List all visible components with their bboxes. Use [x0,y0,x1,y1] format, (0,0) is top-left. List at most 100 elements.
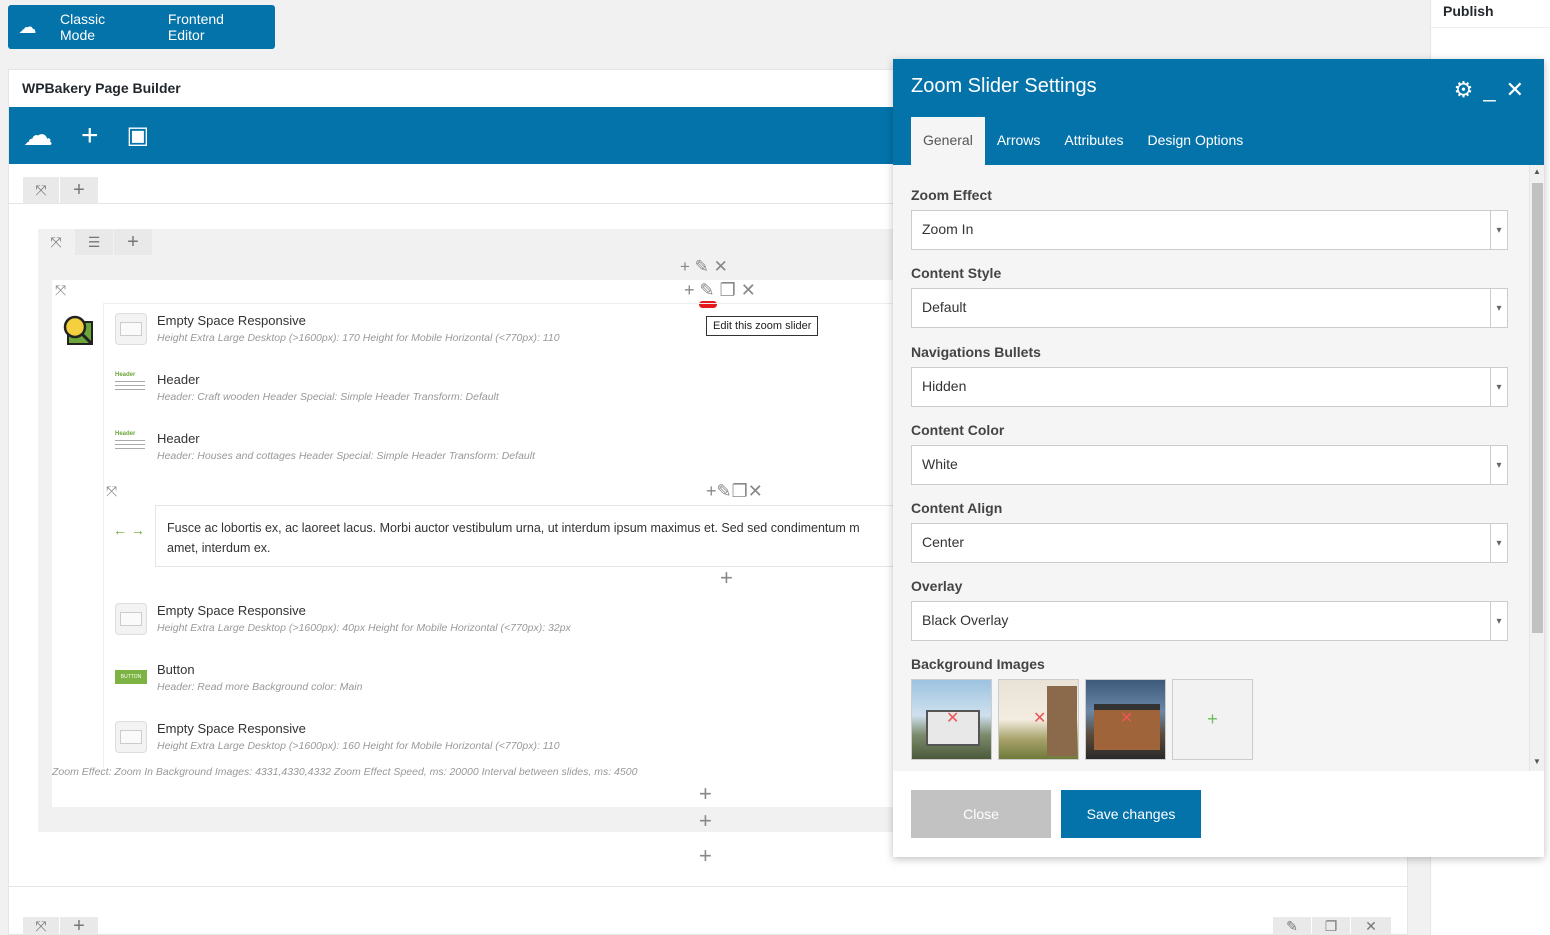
row-controls: ⤧ + [23,915,98,935]
navigations-bullets-select[interactable]: Hidden ▾ [911,367,1508,407]
text-block[interactable]: Fusce ac lobortis ex, ac laoreet lacus. … [155,505,893,567]
list-item[interactable]: Empty Space Responsive Height Extra Large… [115,603,571,635]
scrollbar-thumb[interactable] [1532,183,1543,633]
remove-icon[interactable]: ✕ [1120,708,1133,728]
scroll-down-icon[interactable]: ▼ [1533,757,1541,766]
content-align-field: Content Align Center ▾ [911,500,1508,563]
content-color-select[interactable]: White ▾ [911,445,1508,485]
modal-body: Zoom Effect Zoom In ▾ Content Style Defau… [893,165,1544,771]
row-move-icon[interactable]: ⤧ [23,917,59,935]
list-item[interactable]: Empty Space Responsive Height Extra Large… [115,313,560,345]
add-icon[interactable]: + [680,257,690,276]
tab-arrows[interactable]: Arrows [985,117,1053,165]
slider-summary: Zoom Effect: Zoom In Background Images: … [52,766,638,778]
close-button[interactable]: Close [911,790,1051,838]
edit-pencil-icon[interactable]: ✎ [717,481,732,501]
templates-icon[interactable]: ▣ [127,123,150,148]
row-right-controls: ✎ ❐ ✕ [1273,917,1391,935]
edit-pencil-icon[interactable]: ✎ [695,257,709,276]
background-image-thumbnail[interactable]: ✕ [911,679,992,760]
divider [9,886,1408,887]
element-title: Empty Space Responsive [157,313,306,328]
clone-icon[interactable]: ❐ [732,481,748,501]
edit-pencil-icon[interactable]: ✎ [1273,917,1311,935]
row-controls: ⤧ + [23,177,98,204]
field-label: Content Style [911,265,1002,281]
navigations-bullets-field: Navigations Bullets Hidden ▾ [911,344,1508,407]
add-icon[interactable]: + [706,481,717,501]
list-item[interactable]: Header Header Header: Houses and cottages… [115,431,535,462]
editor-mode-bar: ☁ Classic Mode Frontend Editor [8,5,275,49]
gear-icon[interactable]: ⚙ [1454,77,1474,103]
empty-space-icon [115,603,147,635]
row-move-icon[interactable]: ⤧ [23,177,59,204]
section-add-icon[interactable]: + [114,229,152,255]
element-title: Button [157,662,195,677]
delete-icon[interactable]: ✕ [714,257,728,276]
background-image-thumbnail[interactable]: ✕ [998,679,1079,760]
chevron-down-icon: ▾ [1490,368,1507,406]
element-description: Header: Houses and cottages Header Speci… [157,450,535,462]
content-style-select[interactable]: Default ▾ [911,288,1508,328]
row-add-icon[interactable]: + [60,177,98,204]
list-item[interactable]: BUTTON Button Header: Read more Backgroun… [115,662,362,693]
wpbakery-logo-icon[interactable]: ☁ [8,17,47,38]
button-element-icon: BUTTON [115,670,147,684]
image-thumbnails: ✕ ✕ ✕ + [911,679,1508,760]
tab-general[interactable]: General [911,117,985,165]
element-description: Header: Craft wooden Header Special: Sim… [157,391,499,403]
scroll-up-icon[interactable]: ▲ [1533,167,1541,176]
add-element-icon[interactable]: + [699,781,712,807]
element-title: Empty Space Responsive [157,603,306,618]
add-row-icon[interactable]: + [699,843,712,869]
close-icon[interactable]: ✕ [1506,77,1524,103]
delete-icon[interactable]: ✕ [748,481,763,501]
row-add-icon[interactable]: + [60,915,98,935]
tab-design-options[interactable]: Design Options [1136,117,1256,165]
add-image-button[interactable]: + [1172,679,1253,760]
cloud-logo-icon[interactable]: ☁ [23,120,53,151]
modal-header: Zoom Slider Settings ⚙ _ ✕ General Arrow… [893,59,1544,165]
minimize-icon[interactable]: _ [1483,77,1495,103]
zoom-slider-settings-modal: Zoom Slider Settings ⚙ _ ✕ General Arrow… [893,59,1544,857]
list-item[interactable]: Empty Space Responsive Height Extra Large… [115,721,560,753]
content-align-select[interactable]: Center ▾ [911,523,1508,563]
add-element-icon[interactable]: + [81,120,99,151]
zoom-slider-icon [62,314,94,346]
clone-icon[interactable]: ❐ [720,280,736,300]
modal-scrollbar[interactable]: ▲ ▼ [1529,165,1544,771]
tab-attributes[interactable]: Attributes [1052,117,1135,165]
save-changes-button[interactable]: Save changes [1061,790,1201,838]
classic-mode-button[interactable]: Classic Mode [47,11,155,43]
empty-space-icon [115,721,147,753]
background-images-field: Background Images ✕ ✕ ✕ + [911,656,1508,760]
chevron-down-icon: ▾ [1490,602,1507,640]
field-label: Navigations Bullets [911,344,1041,360]
element-title: Empty Space Responsive [157,721,306,736]
list-item[interactable]: Header Header Header: Craft wooden Header… [115,372,499,403]
field-label: Content Color [911,422,1005,438]
empty-space-icon [115,313,147,345]
overlay-select[interactable]: Black Overlay ▾ [911,601,1508,641]
add-icon[interactable]: + [684,280,695,300]
frontend-editor-button[interactable]: Frontend Editor [155,11,275,43]
row-move-icon[interactable]: ⤧ [106,483,117,500]
section-layout-icon[interactable]: ☰ [75,229,113,255]
modal-tabs: General Arrows Attributes Design Options [911,117,1255,165]
slider-move-icon[interactable]: ⤧ [55,282,66,299]
delete-icon[interactable]: ✕ [1351,917,1391,935]
background-image-thumbnail[interactable]: ✕ [1085,679,1166,760]
remove-icon[interactable]: ✕ [1033,708,1046,728]
publish-title: Publish [1431,0,1550,28]
zoom-effect-select[interactable]: Zoom In ▾ [911,210,1508,250]
section-move-icon[interactable]: ⤧ [38,229,74,255]
edit-pencil-icon[interactable]: ✎ [700,280,715,300]
modal-footer: Close Save changes [911,790,1201,838]
delete-icon[interactable]: ✕ [741,280,756,300]
clone-icon[interactable]: ❐ [1312,917,1350,935]
modal-header-controls: ⚙ _ ✕ [1454,77,1524,103]
chevron-down-icon: ▾ [1490,524,1507,562]
add-element-icon[interactable]: + [699,808,712,834]
remove-icon[interactable]: ✕ [946,708,959,728]
add-element-icon[interactable]: + [720,565,733,591]
